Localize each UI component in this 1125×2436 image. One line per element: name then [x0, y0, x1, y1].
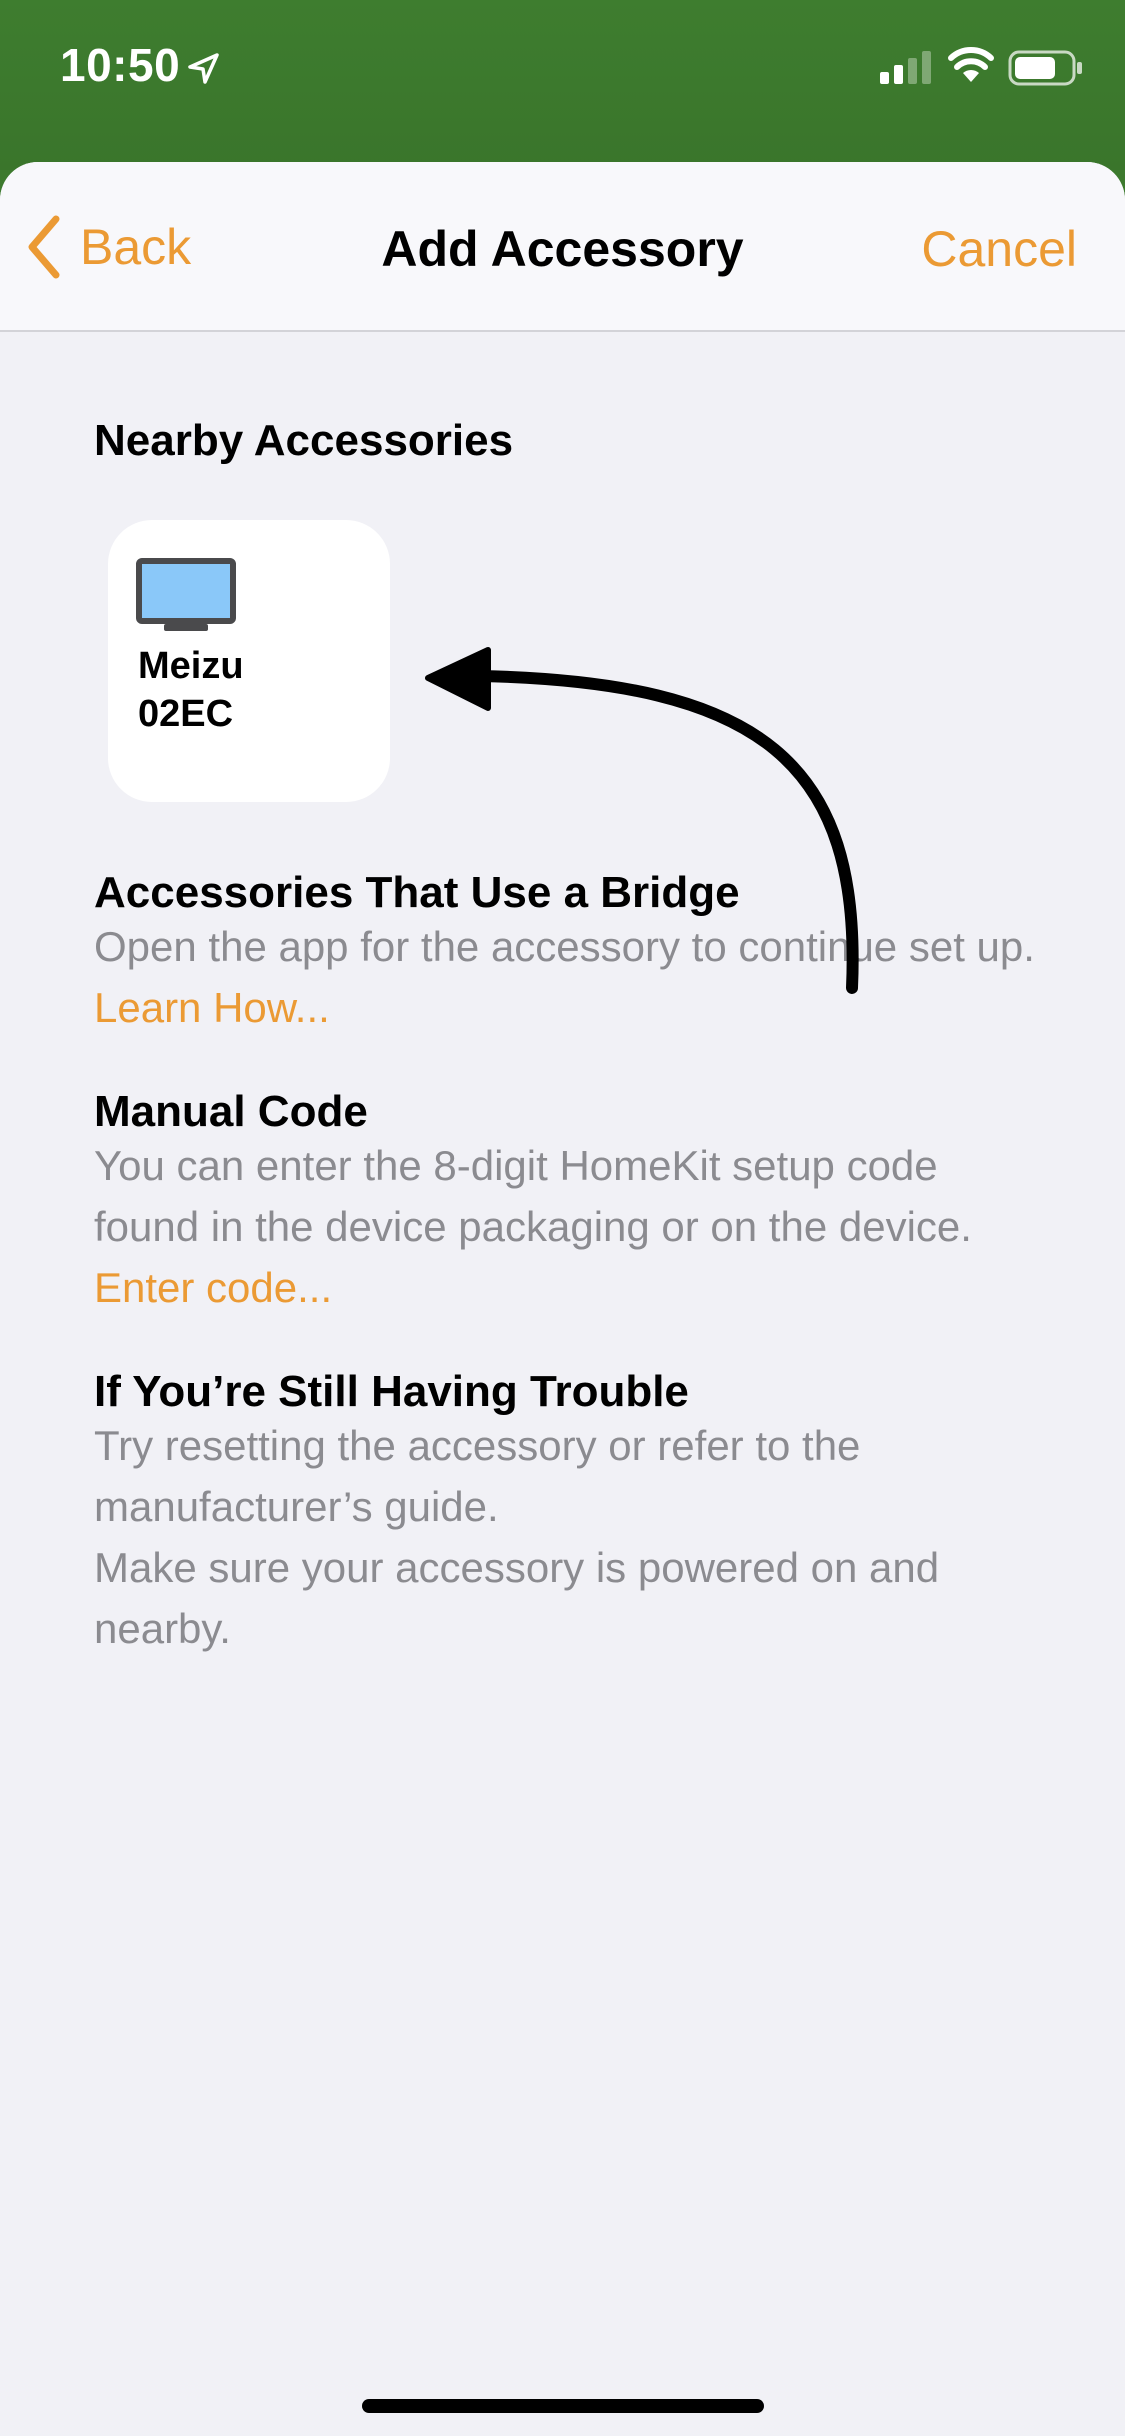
location-arrow-icon	[186, 52, 220, 91]
bridge-text: Open the app for the accessory to contin…	[94, 923, 1035, 970]
enter-code-link[interactable]: Enter code...	[94, 1264, 332, 1311]
tv-icon	[136, 558, 236, 639]
add-accessory-sheet: Back Add Accessory Cancel Nearby Accesso…	[0, 162, 1125, 2436]
accessory-name-line1: Meizu	[138, 645, 244, 687]
wifi-icon	[948, 46, 994, 89]
trouble-description: Try resetting the accessory or refer to …	[94, 1415, 1054, 1659]
status-bar: 10:50	[0, 0, 1125, 170]
trouble-text-2: Make sure your accessory is powered on a…	[94, 1544, 940, 1652]
accessory-tile-meizu[interactable]: Meizu 02EC	[108, 520, 390, 802]
home-indicator[interactable]	[362, 2399, 764, 2413]
status-time: 10:50	[60, 39, 181, 91]
manual-code-text: You can enter the 8-digit HomeKit setup …	[94, 1142, 972, 1250]
manual-code-heading: Manual Code	[94, 1087, 368, 1136]
bridge-description: Open the app for the accessory to contin…	[94, 916, 1054, 1038]
trouble-text-1: Try resetting the accessory or refer to …	[94, 1422, 861, 1530]
battery-icon	[1008, 50, 1084, 91]
bridge-heading: Accessories That Use a Bridge	[94, 868, 740, 917]
learn-how-link[interactable]: Learn How...	[94, 984, 330, 1031]
accessory-name: Meizu 02EC	[138, 642, 378, 738]
manual-code-description: You can enter the 8-digit HomeKit setup …	[94, 1135, 1054, 1318]
nearby-accessories-heading: Nearby Accessories	[94, 416, 514, 465]
trouble-heading: If You’re Still Having Trouble	[94, 1367, 689, 1416]
navigation-bar: Back Add Accessory Cancel	[0, 162, 1125, 332]
cellular-signal-icon	[880, 50, 934, 89]
accessory-name-line2: 02EC	[138, 693, 234, 735]
cancel-button[interactable]: Cancel	[921, 220, 1077, 278]
